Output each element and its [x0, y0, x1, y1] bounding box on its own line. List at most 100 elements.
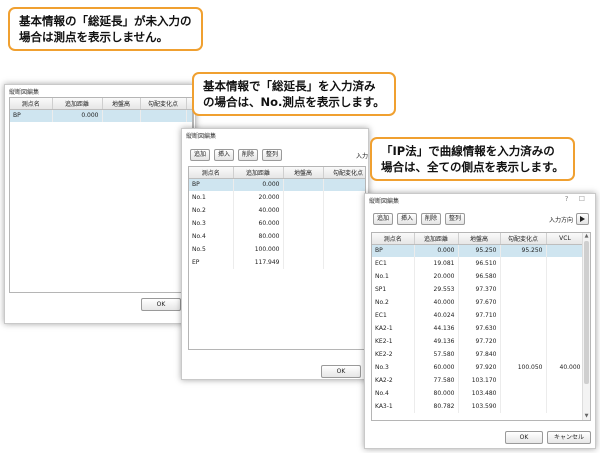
- table-row[interactable]: BP 0.000: [10, 109, 192, 122]
- table-cell-name[interactable]: No.1: [189, 191, 234, 204]
- table-cell-name[interactable]: EP: [189, 256, 234, 269]
- table-row[interactable]: No.2 40.000: [189, 204, 365, 217]
- table-cell-name[interactable]: BP: [189, 178, 234, 191]
- table-cell-dist[interactable]: 44.136: [414, 322, 459, 335]
- table-row[interactable]: No.2 40.000 97.670: [372, 296, 585, 309]
- table-cell-vcl[interactable]: [546, 270, 585, 283]
- insert-button[interactable]: 挿入: [397, 213, 418, 225]
- table-cell-name[interactable]: KA2-1: [372, 322, 415, 335]
- table-cell-name[interactable]: No.5: [189, 243, 234, 256]
- ok-button[interactable]: OK: [321, 365, 361, 378]
- table-cell-ground[interactable]: [283, 230, 324, 243]
- table-cell-grade[interactable]: [500, 335, 547, 348]
- table-cell-grade[interactable]: [323, 191, 365, 204]
- table-cell-ground[interactable]: 103.590: [458, 400, 501, 413]
- table-row[interactable]: No.4 80.000: [189, 230, 365, 243]
- table-cell-dist[interactable]: 40.000: [414, 296, 459, 309]
- table-row[interactable]: KA2-2 77.580 103.170: [372, 374, 585, 387]
- col-ground-height[interactable]: 地盤高: [458, 233, 501, 245]
- table-cell-dist[interactable]: 117.949: [233, 256, 284, 269]
- table-cell-vcl[interactable]: [546, 374, 585, 387]
- col-station-name[interactable]: 測点名: [372, 233, 415, 245]
- table-cell-name[interactable]: KE2-2: [372, 348, 415, 361]
- table-cell-grade[interactable]: [323, 178, 365, 191]
- table-cell-ground[interactable]: 96.510: [458, 257, 501, 270]
- table-cell-ground[interactable]: 96.580: [458, 270, 501, 283]
- table-cell-name[interactable]: BP: [372, 244, 415, 257]
- table-cell-dist[interactable]: 80.000: [414, 387, 459, 400]
- table-row[interactable]: No.1 20.000: [189, 191, 365, 204]
- table-cell-dist[interactable]: 20.000: [414, 270, 459, 283]
- table-cell-vcl[interactable]: [546, 387, 585, 400]
- insert-button[interactable]: 挿入: [214, 149, 235, 161]
- col-ground-height[interactable]: 地盤高: [102, 98, 141, 110]
- table-cell-ground[interactable]: 97.370: [458, 283, 501, 296]
- table-cell-ground[interactable]: 103.170: [458, 374, 501, 387]
- table-row[interactable]: EC1 40.024 97.710: [372, 309, 585, 322]
- table-cell-grade[interactable]: [323, 256, 365, 269]
- table-cell-grade[interactable]: [323, 230, 365, 243]
- table-cell-name[interactable]: EC1: [372, 257, 415, 270]
- table-cell-name[interactable]: No.3: [189, 217, 234, 230]
- ok-button[interactable]: OK: [141, 298, 181, 311]
- table-row[interactable]: EC1 19.081 96.510: [372, 257, 585, 270]
- delete-button[interactable]: 削除: [238, 149, 259, 161]
- table-cell-dist[interactable]: 80.782: [414, 400, 459, 413]
- table-cell-name[interactable]: BP: [10, 109, 53, 122]
- table-cell-vcl[interactable]: [546, 283, 585, 296]
- sort-button[interactable]: 整列: [445, 213, 466, 225]
- table-row[interactable]: No.3 60.000: [189, 217, 365, 230]
- table-cell-dist[interactable]: 60.000: [233, 217, 284, 230]
- table-cell-name[interactable]: No.3: [372, 361, 415, 374]
- scroll-thumb[interactable]: [584, 241, 589, 384]
- table-row[interactable]: KA2-1 44.136 97.630: [372, 322, 585, 335]
- table-row[interactable]: KE2-2 57.580 97.840: [372, 348, 585, 361]
- table-cell-grade[interactable]: [500, 270, 547, 283]
- table-cell-dist[interactable]: 29.553: [414, 283, 459, 296]
- table-cell-grade[interactable]: [500, 257, 547, 270]
- cancel-button[interactable]: キャンセル: [547, 431, 591, 444]
- table-cell-grade[interactable]: [323, 217, 365, 230]
- col-added-distance[interactable]: 追加距離: [233, 167, 284, 179]
- table-cell-grade[interactable]: 100.050: [500, 361, 547, 374]
- table-cell-vcl[interactable]: 40.000: [546, 361, 585, 374]
- table-cell-vcl[interactable]: [546, 296, 585, 309]
- col-ground-height[interactable]: 地盤高: [283, 167, 324, 179]
- table-cell-ground[interactable]: 103.480: [458, 387, 501, 400]
- table-cell-grade[interactable]: [500, 400, 547, 413]
- table-cell-ground[interactable]: 97.840: [458, 348, 501, 361]
- table-cell-name[interactable]: KA2-2: [372, 374, 415, 387]
- table-row[interactable]: EP 117.949: [189, 256, 365, 269]
- table-cell-vcl[interactable]: [546, 309, 585, 322]
- table-cell-grade[interactable]: [323, 243, 365, 256]
- table-cell-name[interactable]: SP1: [372, 283, 415, 296]
- table-cell-ground[interactable]: 97.630: [458, 322, 501, 335]
- delete-button[interactable]: 削除: [421, 213, 442, 225]
- table-cell-ground[interactable]: 95.250: [458, 244, 501, 257]
- table-cell-dist[interactable]: 80.000: [233, 230, 284, 243]
- table-cell-ground[interactable]: 97.670: [458, 296, 501, 309]
- table-row[interactable]: BP 0.000: [189, 178, 365, 191]
- table-cell-ground[interactable]: [283, 191, 324, 204]
- table-cell-grade[interactable]: [500, 283, 547, 296]
- table-cell-dist[interactable]: 0.000: [414, 244, 459, 257]
- play-button[interactable]: [576, 213, 589, 225]
- table-row[interactable]: SP1 29.553 97.370: [372, 283, 585, 296]
- table-cell-dist[interactable]: 57.580: [414, 348, 459, 361]
- table-cell-grade[interactable]: [500, 296, 547, 309]
- table-row[interactable]: BP 0.000 95.250 95.250: [372, 244, 585, 257]
- table-cell-ground[interactable]: 97.920: [458, 361, 501, 374]
- table-cell-grade[interactable]: [323, 204, 365, 217]
- table-cell-vcl[interactable]: [546, 335, 585, 348]
- table-cell-ground[interactable]: [283, 204, 324, 217]
- table-cell-ground[interactable]: [283, 256, 324, 269]
- table-cell-grade[interactable]: [500, 348, 547, 361]
- table-cell-dist[interactable]: 60.000: [414, 361, 459, 374]
- table-cell-dist[interactable]: 100.000: [233, 243, 284, 256]
- table-row[interactable]: KA3-1 80.782 103.590: [372, 400, 585, 413]
- table-cell-vcl[interactable]: [546, 244, 585, 257]
- vertical-scrollbar[interactable]: ▲ ▼: [582, 233, 590, 420]
- table-cell-dist[interactable]: 77.580: [414, 374, 459, 387]
- table-cell-dist[interactable]: 0.000: [233, 178, 284, 191]
- col-grade-change[interactable]: 勾配変化点: [323, 167, 365, 179]
